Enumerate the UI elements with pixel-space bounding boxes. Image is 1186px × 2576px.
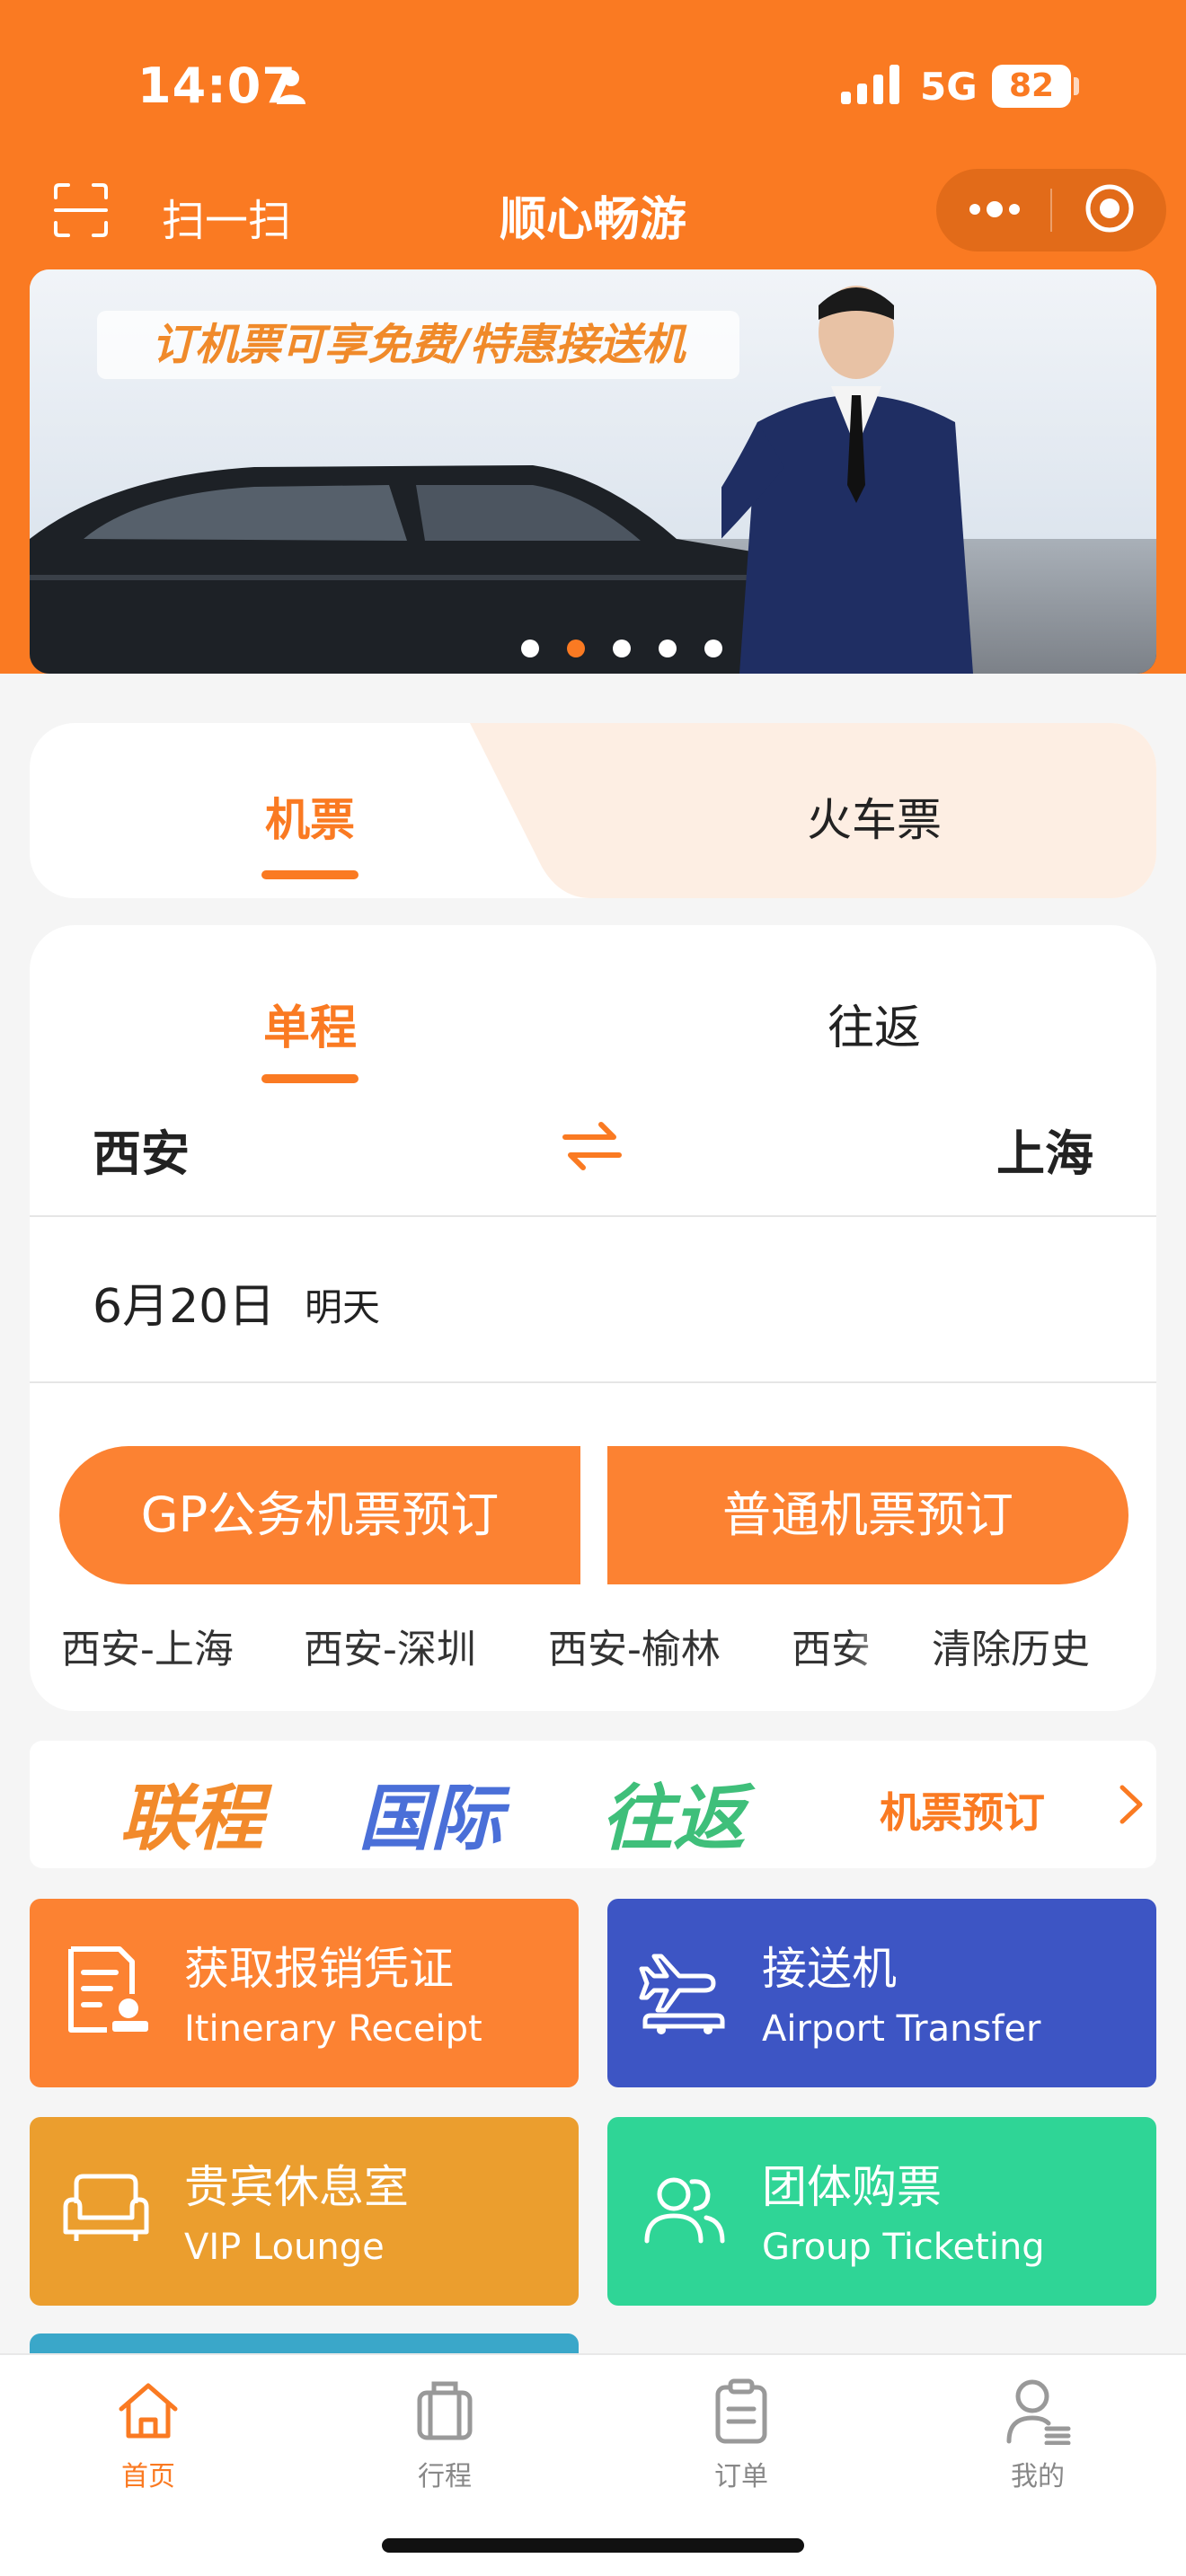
banner-dot[interactable] bbox=[613, 640, 631, 657]
tab-home[interactable]: 首页 bbox=[58, 2364, 238, 2499]
promo-connecting: 联程 bbox=[119, 1776, 263, 1860]
more-icon[interactable] bbox=[967, 196, 1022, 223]
tile-vip-lounge[interactable]: 贵宾休息室 VIP Lounge bbox=[30, 2117, 579, 2306]
network-label: 5G bbox=[920, 65, 978, 109]
status-time: 14:07 bbox=[137, 57, 296, 114]
tile-subtitle: Airport Transfer bbox=[762, 2008, 1041, 2050]
tile-itinerary-receipt[interactable]: 获取报销凭证 Itinerary Receipt bbox=[30, 1899, 579, 2087]
tile-subtitle: Group Ticketing bbox=[762, 2227, 1045, 2268]
banner-dot[interactable] bbox=[704, 640, 722, 657]
divider bbox=[30, 1381, 1156, 1383]
history-item[interactable]: 西安-深圳 bbox=[304, 1617, 476, 1674]
signal-icon bbox=[841, 65, 899, 104]
promo-round-trip: 往返 bbox=[601, 1776, 745, 1860]
history-item[interactable]: 西安-上海 bbox=[61, 1617, 234, 1674]
tile-group-ticketing[interactable]: 团体购票 Group Ticketing bbox=[607, 2117, 1156, 2306]
tab-flight-underline bbox=[261, 870, 358, 879]
sofa-icon bbox=[63, 2174, 149, 2241]
tab-round-trip[interactable]: 往返 bbox=[739, 990, 1009, 1057]
banner-dot[interactable] bbox=[659, 640, 677, 657]
group-icon bbox=[644, 2177, 725, 2244]
clear-history-button[interactable]: 清除历史 bbox=[932, 1617, 1090, 1674]
tile-airport-transfer[interactable]: 接送机 Airport Transfer bbox=[607, 1899, 1156, 2087]
capsule-divider bbox=[1050, 189, 1052, 232]
banner-caption: 订机票可享免费/特惠接送机 bbox=[97, 311, 739, 379]
airport-car-icon bbox=[639, 1954, 725, 2034]
home-indicator bbox=[382, 2538, 804, 2553]
chevron-right-icon bbox=[1120, 1785, 1143, 1824]
chauffeur-image bbox=[721, 286, 973, 674]
regular-booking-button[interactable]: 普通机票预订 bbox=[607, 1446, 1128, 1584]
tile-title: 团体购票 bbox=[762, 2161, 942, 2213]
user-icon bbox=[1006, 2379, 1071, 2445]
arrival-city[interactable]: 上海 bbox=[996, 1114, 1093, 1185]
tab-orders[interactable]: 订单 bbox=[651, 2364, 831, 2499]
receipt-icon bbox=[68, 1946, 148, 2033]
tab-label: 订单 bbox=[714, 2461, 768, 2492]
flight-promo-strip[interactable]: 联程 国际 往返 机票预订 bbox=[30, 1741, 1156, 1868]
banner-pagination bbox=[521, 640, 737, 661]
transport-mode-tabs: 机票 火车票 bbox=[30, 723, 1156, 898]
promo-banner[interactable]: 订机票可享免费/特惠接送机 bbox=[30, 269, 1156, 674]
flight-booking-card: 单程 往返 西安 上海 6月20日 明天 GP公务机票预订 普通机票预订 西安-… bbox=[30, 925, 1156, 1711]
promo-international: 国际 bbox=[358, 1776, 502, 1860]
person-icon bbox=[277, 70, 305, 104]
battery-indicator: 82 bbox=[992, 65, 1071, 108]
nav-bar: 扫一扫 顺心畅游 bbox=[0, 162, 1186, 260]
tile-title: 接送机 bbox=[762, 1943, 897, 1995]
tab-label: 我的 bbox=[1011, 2461, 1065, 2492]
home-icon bbox=[119, 2383, 178, 2439]
history-item[interactable]: 西安-榆林 bbox=[548, 1617, 721, 1674]
departure-date[interactable]: 6月20日 bbox=[93, 1268, 275, 1336]
clipboard-icon bbox=[715, 2378, 767, 2444]
swap-cities-icon[interactable] bbox=[558, 1116, 626, 1177]
tab-train[interactable]: 火车票 bbox=[739, 784, 1009, 849]
divider bbox=[30, 1215, 1156, 1217]
close-miniprogram-icon[interactable] bbox=[1083, 181, 1137, 235]
tile-subtitle: Itinerary Receipt bbox=[184, 2008, 482, 2050]
promo-flight-booking-link[interactable]: 机票预订 bbox=[880, 1780, 1045, 1839]
banner-dot-active[interactable] bbox=[567, 640, 585, 657]
tab-flight[interactable]: 机票 bbox=[175, 784, 445, 849]
luggage-icon bbox=[417, 2381, 473, 2440]
tab-profile[interactable]: 我的 bbox=[948, 2364, 1128, 2499]
tab-one-way[interactable]: 单程 bbox=[175, 990, 445, 1057]
tile-title: 获取报销凭证 bbox=[184, 1943, 454, 1995]
departure-date-note: 明天 bbox=[305, 1285, 381, 1329]
tile-title: 贵宾休息室 bbox=[184, 2161, 409, 2213]
gp-business-booking-button[interactable]: GP公务机票预订 bbox=[59, 1446, 580, 1584]
status-bar: 14:07 5G 82 bbox=[0, 0, 1186, 171]
tab-label: 首页 bbox=[121, 2461, 175, 2492]
departure-city[interactable]: 西安 bbox=[93, 1114, 190, 1185]
tab-one-way-underline bbox=[261, 1074, 358, 1083]
banner-dot[interactable] bbox=[521, 640, 539, 657]
tab-label: 行程 bbox=[418, 2461, 472, 2492]
battery-tip bbox=[1074, 77, 1079, 95]
tile-subtitle: VIP Lounge bbox=[184, 2227, 385, 2268]
tab-itinerary[interactable]: 行程 bbox=[355, 2364, 535, 2499]
